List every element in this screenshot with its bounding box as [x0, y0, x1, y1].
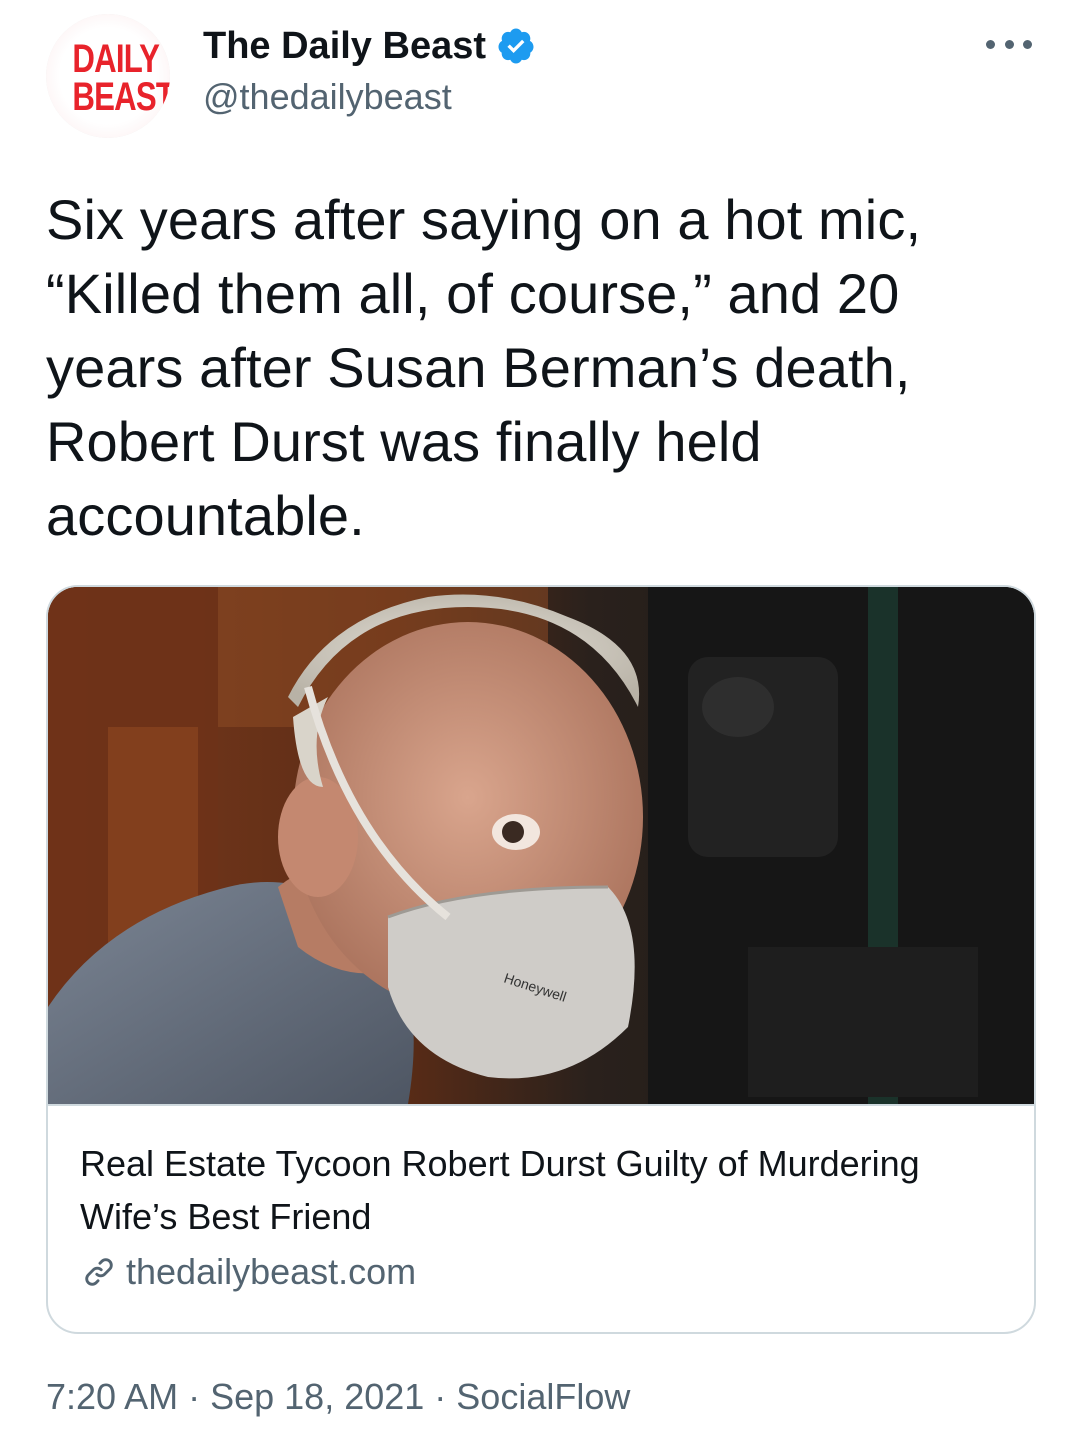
author-name-row: The Daily Beast [203, 22, 536, 70]
link-preview-card[interactable]: Honeywell Real Estate Tycoon Robert Durs… [46, 585, 1036, 1334]
tweet-meta: 7:20 AM · Sep 18, 2021 · SocialFlow [46, 1376, 630, 1418]
tweet: DAILY BEAST The Daily Beast @thedailybea… [0, 0, 1080, 1440]
meta-separator: · [434, 1376, 447, 1417]
tweet-time[interactable]: 7:20 AM [46, 1376, 178, 1418]
author-handle[interactable]: @thedailybeast [203, 76, 452, 118]
link-icon [85, 1258, 113, 1286]
more-options-icon[interactable] [986, 30, 1032, 58]
tweet-text-line: years after Susan Berman’s death, [46, 336, 911, 399]
more-dot [1023, 39, 1032, 49]
tweet-text: Six years after saying on a hot mic, “Ki… [46, 183, 1036, 553]
card-title-line1: Real Estate Tycoon Robert Durst Guilty o… [80, 1143, 920, 1184]
tweet-text-line: Six years after saying on a hot mic, [46, 188, 922, 251]
avatar[interactable]: DAILY BEAST [46, 14, 170, 138]
tweet-source[interactable]: SocialFlow [456, 1376, 630, 1418]
author-display-name[interactable]: The Daily Beast [203, 25, 486, 68]
card-domain[interactable]: thedailybeast.com [80, 1251, 416, 1293]
tweet-date[interactable]: Sep 18, 2021 [210, 1376, 424, 1418]
tweet-text-line: accountable. [46, 484, 365, 547]
card-title-line2: Wife’s Best Friend [80, 1196, 372, 1237]
verified-badge-icon [498, 28, 534, 64]
card-domain-text: thedailybeast.com [126, 1251, 417, 1292]
avatar-logo-line2: BEAST [72, 75, 170, 119]
tweet-text-line: Robert Durst was finally held [46, 410, 762, 473]
card-title[interactable]: Real Estate Tycoon Robert Durst Guilty o… [80, 1137, 1010, 1243]
more-dot [1004, 39, 1014, 49]
card-divider [48, 1104, 1034, 1106]
card-image[interactable]: Honeywell [48, 587, 1034, 1104]
tweet-text-line: “Killed them all, of course,” and 20 [46, 262, 900, 325]
more-dot [986, 39, 995, 49]
meta-separator: · [188, 1376, 201, 1417]
avatar-logo-line1: DAILY [72, 37, 160, 81]
photo-of-man-in-face-mask-icon: Honeywell [48, 587, 1034, 1104]
